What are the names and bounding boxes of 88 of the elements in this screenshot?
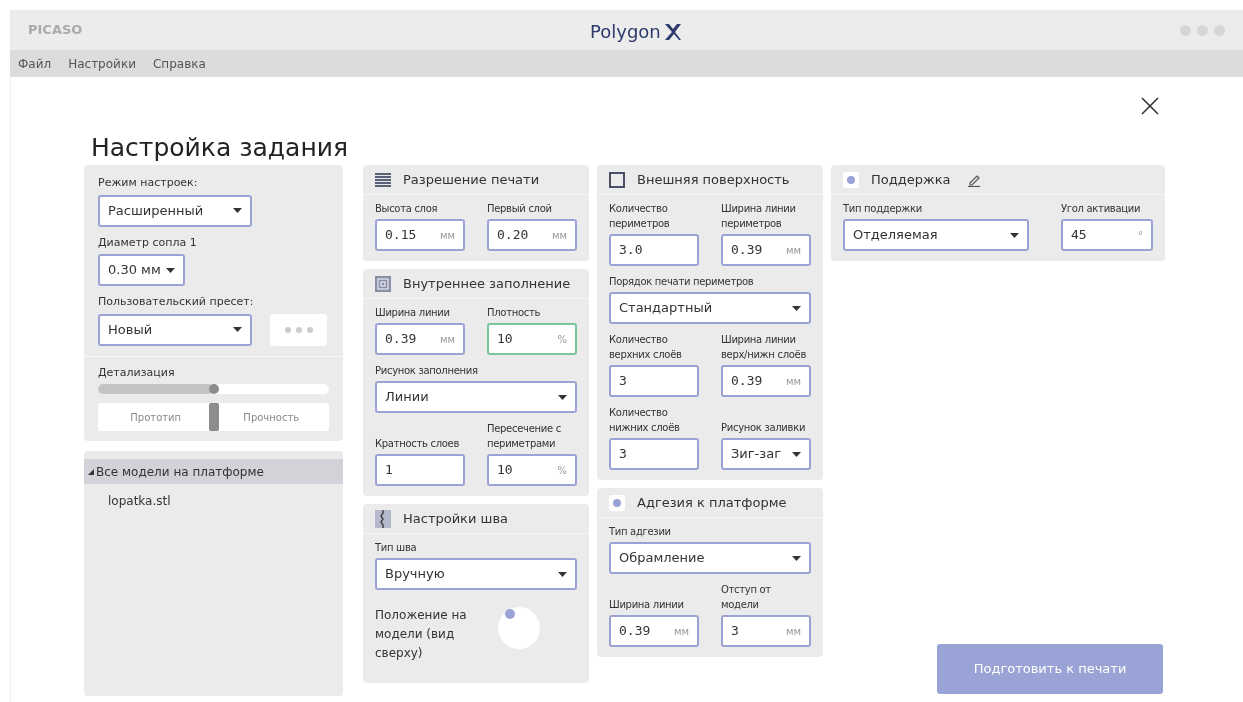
square-icon: [609, 171, 625, 188]
caret-icon: [166, 267, 175, 273]
dropdown[interactable]: Вручную: [375, 558, 577, 590]
section-title: Адгезия к платформе: [637, 493, 787, 512]
caret-icon: [1010, 232, 1019, 238]
seam-position-dial[interactable]: [497, 606, 541, 650]
input-field[interactable]: 10 %: [487, 323, 577, 355]
more-button[interactable]: [270, 313, 327, 346]
menu-item[interactable]: Справка: [152, 54, 206, 73]
app-name: PICASO: [28, 21, 83, 40]
section-title: Поддержка: [871, 170, 951, 189]
input-field[interactable]: 3: [609, 365, 699, 397]
field-label: Ширина линии: [375, 306, 451, 320]
field-label: Детализация: [98, 364, 176, 381]
switch-label: Прототип: [129, 410, 183, 425]
field-label: Тип шва: [375, 541, 418, 555]
checkbox[interactable]: [609, 494, 625, 511]
section-title: Внутреннее заполнение: [403, 274, 571, 293]
section-title: Настройки шва: [403, 509, 509, 528]
dropdown[interactable]: Стандартный: [609, 292, 811, 324]
field-label: Угол активации: [1061, 202, 1142, 216]
field-label: Кратность слоев: [375, 437, 460, 451]
dropdown[interactable]: Расширенный: [98, 194, 252, 227]
input-field[interactable]: 45 °: [1061, 219, 1153, 251]
field-label: Количество периметров: [609, 202, 671, 231]
logo-text: Polygon: [590, 20, 661, 44]
lines-icon: [375, 171, 391, 188]
caret-icon: [792, 305, 801, 311]
input-field[interactable]: 0.39 мм: [609, 615, 699, 647]
input-field[interactable]: 3 мм: [721, 615, 811, 647]
caret-icon: [558, 394, 567, 400]
field-label: Рисунок заполнения: [375, 364, 479, 378]
switch-handle[interactable]: [208, 403, 219, 431]
input-field[interactable]: 10 %: [487, 454, 577, 486]
slider-track[interactable]: [98, 384, 329, 394]
page-title: Настройка задания: [91, 132, 349, 164]
expand-icon: [88, 468, 94, 475]
caret-icon: [792, 555, 801, 561]
seam-icon: [375, 509, 391, 528]
logo-icon: [662, 21, 683, 42]
field-label: Плотность: [487, 306, 542, 320]
checkbox[interactable]: [843, 171, 859, 188]
field-label: Высота слоя: [375, 202, 439, 216]
dropdown[interactable]: 0.30 мм: [98, 254, 185, 286]
field-label: Ширина линии: [609, 598, 685, 612]
slider-thumb[interactable]: [208, 384, 219, 394]
field-label: Режим настроек:: [98, 175, 199, 191]
field-label: Пользовательский пресет:: [98, 294, 255, 310]
field-label: Порядок печати периметров: [609, 275, 755, 289]
field-label: Тип адгезии: [609, 525, 672, 539]
dropdown[interactable]: Отделяемая: [843, 219, 1029, 251]
dropdown[interactable]: Обрамление: [609, 542, 811, 574]
field-label: Диаметр сопла 1: [98, 234, 198, 251]
menu-item[interactable]: Файл: [18, 54, 52, 73]
switch-label: Прочность: [242, 410, 301, 425]
input-field[interactable]: 0.20 мм: [487, 219, 577, 251]
close-icon[interactable]: [1141, 97, 1159, 115]
caret-icon: [558, 571, 567, 577]
caret-icon: [792, 451, 801, 457]
menu-item[interactable]: Настройки: [68, 54, 136, 73]
tree-item[interactable]: Все модели на платформе: [84, 459, 343, 484]
field-label: Количество верхних слоёв: [609, 333, 683, 362]
input-field[interactable]: 3: [609, 438, 699, 470]
field-label: Тип поддержки: [843, 202, 923, 216]
dropdown[interactable]: Линии: [375, 381, 577, 413]
caret-icon: [233, 208, 242, 213]
input-field[interactable]: 3.0: [609, 234, 699, 266]
section-title: Внешняя поверхность: [637, 170, 790, 189]
input-field[interactable]: 0.39 мм: [721, 365, 811, 397]
input-field[interactable]: 0.15 мм: [375, 219, 465, 251]
field-label: Ширина линии периметров: [721, 202, 797, 231]
field-label: Пересечение с периметрами: [487, 422, 562, 451]
section-title: Разрешение печати: [403, 170, 540, 189]
infill-icon: [375, 275, 391, 292]
input-field[interactable]: 0.39 мм: [375, 323, 465, 355]
dropdown[interactable]: Зиг-заг: [721, 438, 811, 470]
input-field[interactable]: 1: [375, 454, 465, 486]
field-label: Ширина линии верх/нижн слоёв: [721, 333, 807, 362]
field-label: Первый слой: [487, 202, 553, 216]
tree-item[interactable]: lopatka.stl: [84, 484, 343, 510]
field-label: Положение на модели (вид сверху): [375, 607, 468, 662]
input-field[interactable]: 0.39 мм: [721, 234, 811, 266]
dropdown[interactable]: Новый: [98, 313, 252, 346]
field-label: Рисунок заливки: [721, 421, 807, 435]
caret-icon: [233, 327, 242, 332]
field-label: Отступ от модели: [721, 583, 772, 612]
profile-switch[interactable]: Прототип Прочность: [98, 403, 329, 431]
field-label: Количество нижних слоёв: [609, 406, 681, 435]
